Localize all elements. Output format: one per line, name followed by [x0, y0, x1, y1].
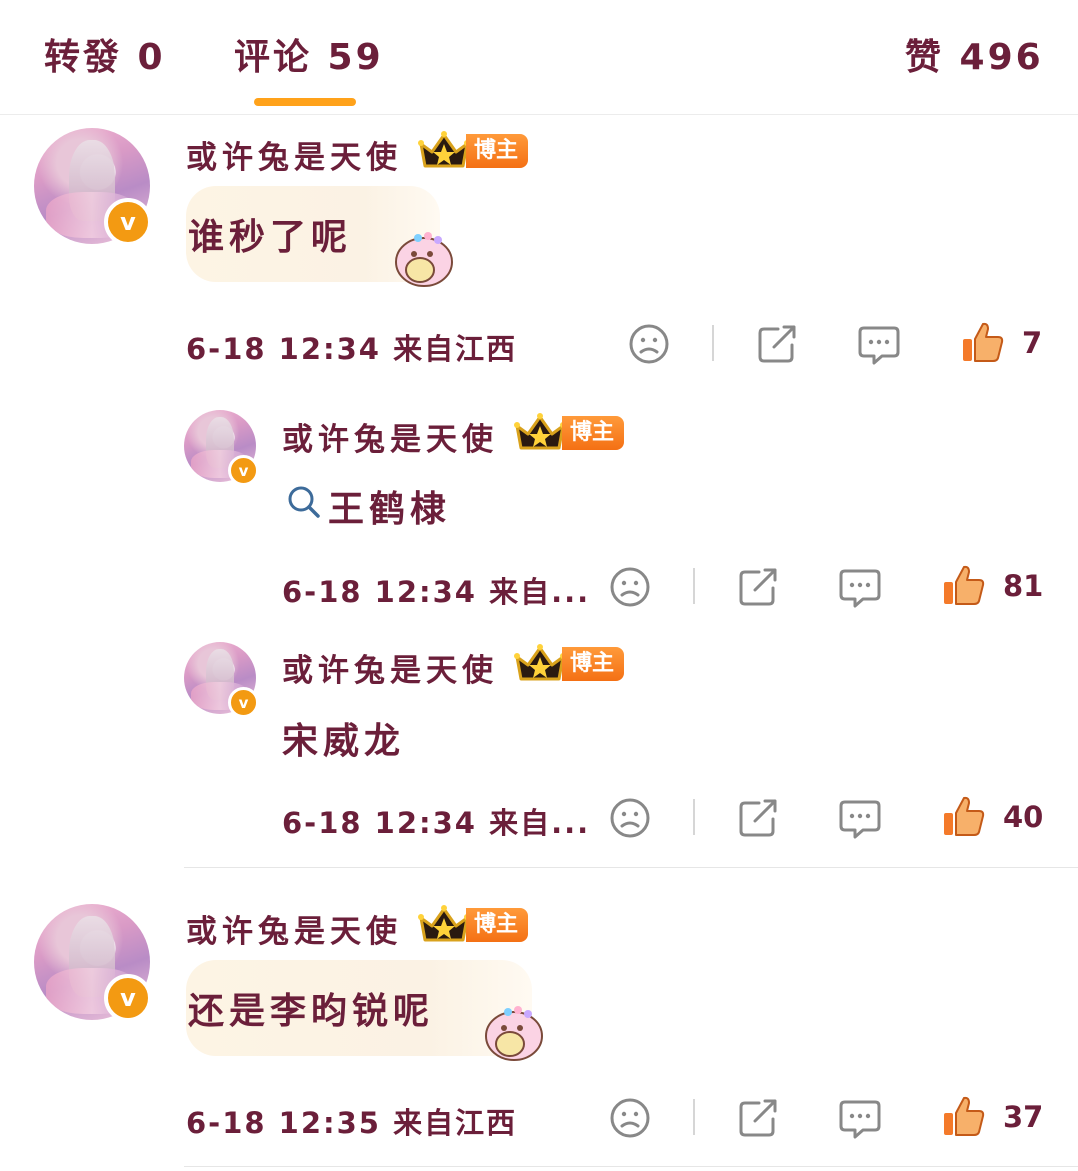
sad-face-icon[interactable]: [609, 566, 651, 608]
comment-timestamp: 6-18 12:34 来自江西: [186, 326, 517, 368]
comment-timestamp: 6-18 12:34 来自...: [282, 800, 590, 842]
action-separator: [693, 1099, 695, 1135]
time-text: 6-18 12:35: [186, 1106, 381, 1140]
username[interactable]: 或许兔是天使: [282, 414, 498, 459]
time-text: 6-18 12:34: [282, 575, 477, 609]
tab-divider: [0, 114, 1078, 115]
blogger-badge: 博主: [466, 908, 529, 942]
location-text: 来自江西: [393, 332, 518, 366]
verified-v-icon: v: [104, 974, 152, 1022]
comment-text: 谁秒了呢: [188, 217, 353, 258]
comment-text: 宋威龙: [282, 721, 406, 762]
crown-icon: [514, 644, 566, 681]
like-count: 7: [1022, 326, 1043, 360]
thumbs-up-icon[interactable]: [941, 1094, 985, 1138]
username[interactable]: 或许兔是天使: [186, 906, 402, 951]
crown-icon: [418, 131, 470, 168]
sad-face-icon[interactable]: [609, 797, 651, 839]
comment-divider: [184, 1166, 1078, 1167]
comment-divider: [184, 867, 1078, 868]
username[interactable]: 或许兔是天使: [282, 645, 498, 690]
blogger-badge: 博主: [466, 134, 529, 168]
comment-icon[interactable]: [839, 798, 881, 840]
time-text: 6-18 12:34: [186, 332, 381, 366]
location-text: 来自...: [489, 806, 591, 840]
comment-text: 还是李昀锐呢: [188, 991, 435, 1032]
thumbs-up-icon[interactable]: [960, 320, 1004, 364]
cartoon-sticker-icon: [395, 232, 453, 287]
thumbs-up-icon[interactable]: [941, 563, 985, 607]
comment-timestamp: 6-18 12:34 来自...: [282, 569, 590, 611]
like-count: 81: [1003, 569, 1044, 603]
tab-likes[interactable]: 赞 496: [905, 28, 1044, 80]
username[interactable]: 或许兔是天使: [186, 132, 402, 177]
location-text: 来自江西: [393, 1106, 518, 1140]
comment-timestamp: 6-18 12:35 来自江西: [186, 1100, 517, 1142]
blogger-badge: 博主: [562, 416, 625, 450]
like-count: 37: [1003, 1100, 1044, 1134]
thumbs-up-icon[interactable]: [941, 794, 985, 838]
like-count: 40: [1003, 800, 1044, 834]
location-text: 来自...: [489, 575, 591, 609]
action-separator: [693, 568, 695, 604]
cartoon-sticker-icon: [485, 1006, 543, 1061]
time-text: 6-18 12:34: [282, 806, 477, 840]
verified-v-icon: v: [104, 198, 152, 246]
blogger-badge: 博主: [562, 647, 625, 681]
comment-icon[interactable]: [839, 1098, 881, 1140]
active-tab-indicator: [254, 98, 356, 106]
action-separator: [712, 325, 714, 361]
verified-v-icon: v: [228, 455, 259, 486]
verified-v-icon: v: [228, 687, 259, 718]
comment-icon[interactable]: [858, 324, 900, 366]
share-icon[interactable]: [737, 1097, 779, 1139]
crown-icon: [418, 905, 470, 942]
crown-icon: [514, 413, 566, 450]
share-icon[interactable]: [756, 323, 798, 365]
share-icon[interactable]: [737, 566, 779, 608]
sad-face-icon[interactable]: [628, 323, 670, 365]
search-link-text[interactable]: 王鹤棣: [328, 480, 451, 532]
action-separator: [693, 799, 695, 835]
tab-repost[interactable]: 转發 0: [44, 28, 166, 80]
tab-comments[interactable]: 评论 59: [234, 28, 384, 80]
search-icon[interactable]: [286, 484, 322, 520]
comment-icon[interactable]: [839, 567, 881, 609]
share-icon[interactable]: [737, 797, 779, 839]
sad-face-icon[interactable]: [609, 1097, 651, 1139]
